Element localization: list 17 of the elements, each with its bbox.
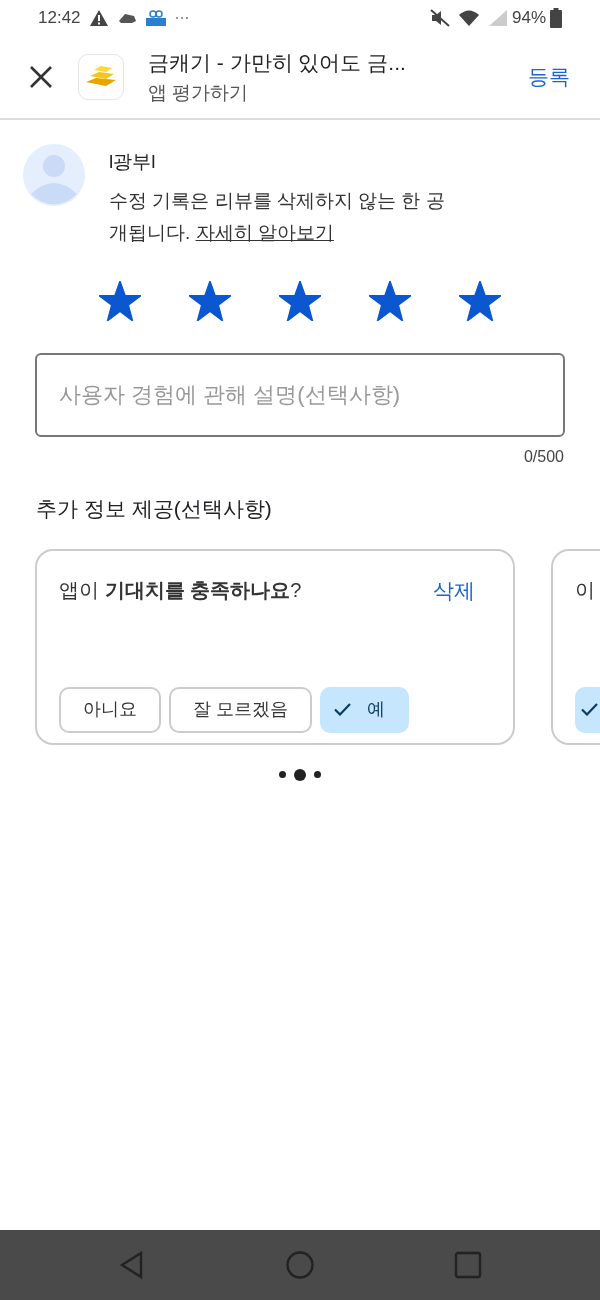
character-counter: 0/500 [523, 447, 564, 468]
review-input-field[interactable]: 사용자 경험에 관해 설명(선택사항) [35, 353, 565, 438]
page-subtitle: 앱 평가하기 [148, 80, 250, 105]
section-heading: 추가 정보 제공(선택사항) [36, 497, 272, 521]
submit-button[interactable]: 등록 [522, 60, 576, 94]
answer-chip[interactable]: 예 [320, 686, 409, 733]
user-name: l광부l [109, 150, 157, 174]
answer-chip[interactable]: 잘 모르겠음 [169, 686, 312, 733]
notice-text: 수정 기록은 리뷰를 삭제하지 않는 한 공개됩니다. 자세히 알아보기 [109, 188, 446, 245]
battery-text: 94% [511, 7, 546, 30]
answer-chip[interactable]: 아니요 [59, 686, 161, 733]
learn-more-link[interactable]: 자세히 알아보기 [195, 221, 334, 243]
delete-button[interactable]: 삭제 [433, 574, 475, 607]
question-text: 앱이 기대치를 충족하나요? [59, 577, 302, 603]
app-title: 금캐기 - 가만히 있어도 금... [148, 50, 406, 76]
clock-text: 12:42 [38, 7, 81, 30]
question-text: 이 [575, 577, 595, 603]
